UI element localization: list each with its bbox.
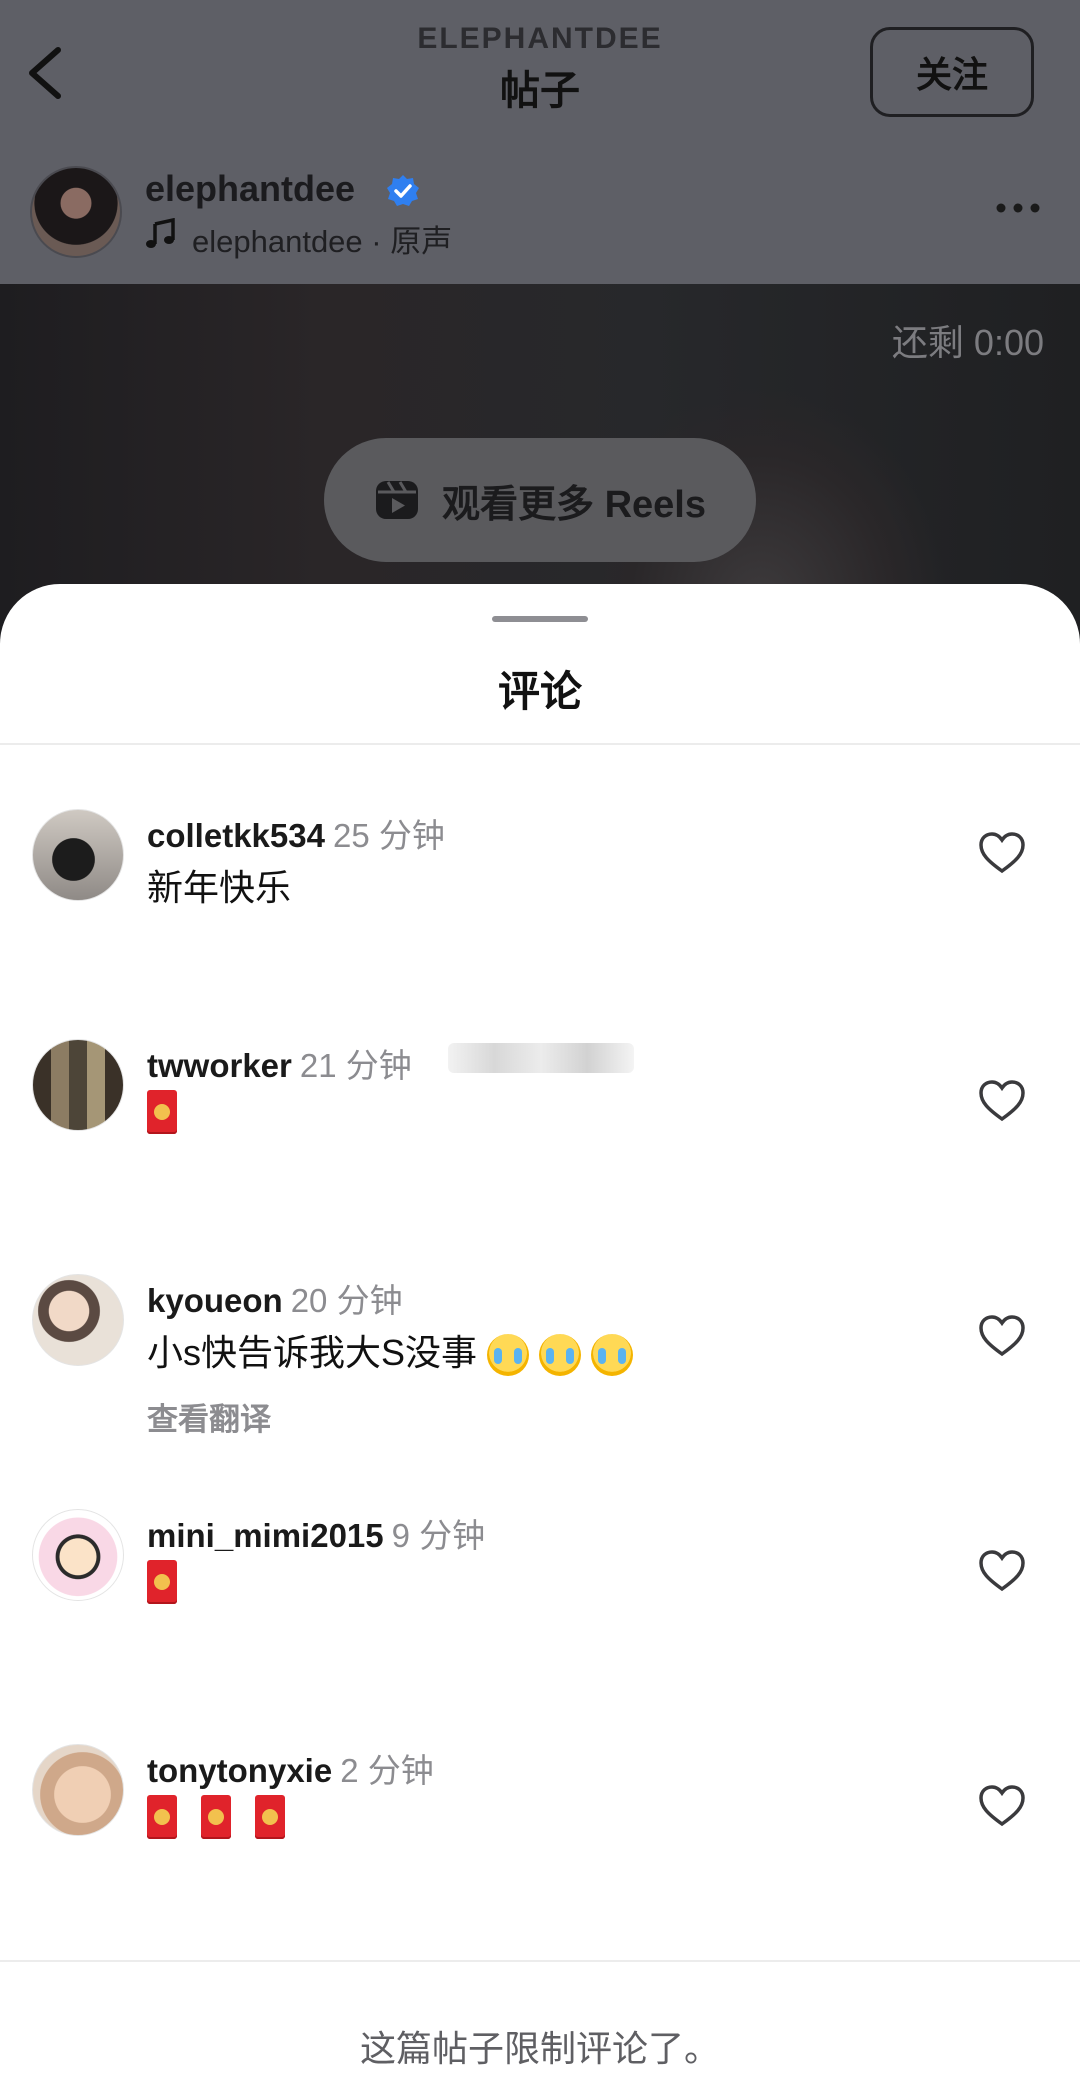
header-titles: ELEPHANTDEE 帖子 — [340, 22, 740, 116]
back-arrow-icon[interactable] — [18, 38, 78, 108]
comment-username[interactable]: tonytonyxie — [147, 1752, 332, 1789]
audio-source[interactable]: elephantdee · 原声 — [192, 216, 452, 261]
remaining-time: 还剩 0:00 — [891, 322, 1044, 363]
avatar[interactable] — [32, 1039, 124, 1131]
red-envelope-icon — [147, 1795, 177, 1840]
divider — [0, 743, 1080, 745]
watch-more-reels-button[interactable]: 观看更多 Reels — [324, 438, 756, 562]
avatar[interactable] — [32, 809, 124, 901]
crying-face-icon — [539, 1334, 582, 1377]
reels-label: 观看更多 Reels — [442, 483, 706, 526]
page-title: 帖子 — [500, 69, 580, 113]
heart-icon[interactable] — [978, 1784, 1026, 1828]
comment-time: 21 分钟 — [299, 1047, 412, 1084]
heart-icon[interactable] — [978, 1079, 1026, 1123]
comments-sheet: 评论 colletkk534 25 分钟 新年快乐 twworker 21 分钟 k… — [0, 584, 1080, 2097]
comment-emoji-line — [147, 1089, 201, 1135]
avatar[interactable] — [32, 1274, 124, 1366]
red-envelope-icon — [255, 1795, 285, 1840]
reels-icon — [376, 481, 419, 519]
comment-username[interactable]: twworker — [147, 1047, 292, 1084]
heart-icon[interactable] — [978, 1314, 1026, 1358]
heart-icon[interactable] — [978, 831, 1026, 875]
comment-time: 9 分钟 — [391, 1517, 486, 1554]
top-header: ELEPHANTDEE 帖子 关注 — [0, 0, 1080, 160]
author-row: elephantdee elephantdee · 原声 — [0, 160, 1080, 284]
comment-time: 25 分钟 — [332, 817, 445, 854]
red-envelope-icon — [201, 1795, 231, 1840]
comment-user-line: colletkk534 25 分钟 — [147, 809, 445, 857]
comment-username[interactable]: colletkk534 — [147, 817, 325, 854]
comment-time: 20 分钟 — [290, 1282, 403, 1319]
heart-icon[interactable] — [978, 1549, 1026, 1593]
crying-face-icon — [487, 1334, 530, 1377]
see-translation-link[interactable]: 查看翻译 — [147, 1394, 271, 1439]
music-note-icon — [146, 218, 175, 248]
comment-text-line: 小s快告诉我大S没事 — [147, 1324, 634, 1377]
blurred-watermark — [448, 1043, 634, 1073]
comment-emoji-line — [147, 1559, 201, 1605]
author-avatar[interactable] — [30, 166, 122, 258]
sheet-grabber[interactable] — [492, 616, 588, 622]
divider — [0, 1960, 1080, 1962]
comment-username[interactable]: kyoueon — [147, 1282, 283, 1319]
comment-user-line: twworker 21 分钟 — [147, 1039, 412, 1087]
comments-restricted-notice: 这篇帖子限制评论了。 — [359, 2028, 720, 2069]
author-name[interactable]: elephantdee — [145, 168, 355, 210]
header-handle: ELEPHANTDEE — [417, 22, 663, 55]
follow-button[interactable]: 关注 — [870, 27, 1034, 117]
comment-user-line: tonytonyxie 2 分钟 — [147, 1744, 434, 1792]
crying-face-icon — [591, 1334, 634, 1377]
comment-text: 小s快告诉我大S没事 — [147, 1332, 478, 1373]
comment-time: 2 分钟 — [340, 1752, 434, 1789]
comment-emoji-line — [147, 1794, 309, 1840]
comment-text: 新年快乐 — [147, 867, 292, 908]
red-envelope-icon — [147, 1560, 177, 1605]
red-envelope-icon — [147, 1090, 177, 1135]
comment-user-line: kyoueon 20 分钟 — [147, 1274, 403, 1322]
avatar[interactable] — [32, 1509, 124, 1601]
comment-username[interactable]: mini_mimi2015 — [147, 1517, 384, 1554]
sheet-title: 评论 — [497, 668, 582, 715]
comment-user-line: mini_mimi2015 9 分钟 — [147, 1509, 485, 1557]
avatar[interactable] — [32, 1744, 124, 1836]
more-options-icon[interactable] — [993, 198, 1043, 218]
verified-badge-icon — [387, 175, 419, 206]
